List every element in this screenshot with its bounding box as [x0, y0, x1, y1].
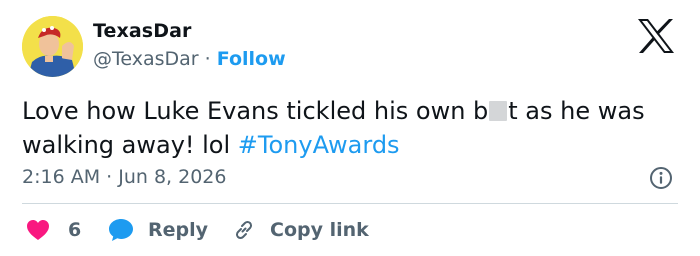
post-time[interactable]: 2:16 AM: [22, 166, 100, 188]
hashtag-link[interactable]: #TonyAwards: [238, 131, 400, 159]
reply-bubble-icon: [109, 219, 133, 241]
link-icon: [235, 220, 253, 240]
censor-block: [489, 101, 508, 121]
handle-separator: ·: [198, 48, 217, 70]
divider: [22, 203, 678, 204]
tweet-text-start: Love how Luke Evans tickled his own b: [22, 97, 489, 125]
heart-icon: [27, 220, 49, 240]
follow-button[interactable]: Follow: [217, 48, 286, 70]
post-date[interactable]: Jun 8, 2026: [118, 166, 226, 188]
reply-label: Reply: [148, 219, 209, 241]
copy-link-label: Copy link: [270, 219, 369, 241]
avatar-image: [22, 16, 83, 77]
timestamp[interactable]: 2:16 AM · Jun 8, 2026: [22, 166, 226, 188]
copy-link-button[interactable]: Copy link: [232, 214, 369, 246]
handle[interactable]: @TexasDar: [93, 48, 199, 70]
like-button[interactable]: 6: [26, 214, 81, 246]
like-count: 6: [68, 219, 82, 241]
display-name[interactable]: TexasDar: [93, 20, 191, 42]
avatar[interactable]: [22, 16, 83, 77]
action-bar: 6 Reply Copy link: [22, 214, 682, 246]
x-logo-icon[interactable]: [636, 18, 676, 54]
info-icon[interactable]: [649, 166, 673, 190]
time-separator: ·: [100, 166, 119, 188]
tweet-text: Love how Luke Evans tickled his own bt a…: [22, 94, 682, 162]
handle-line: @TexasDar · Follow: [93, 48, 286, 70]
tweet-card: TexasDar @TexasDar · Follow Love how Luk…: [0, 0, 700, 256]
reply-button[interactable]: Reply: [108, 214, 208, 246]
